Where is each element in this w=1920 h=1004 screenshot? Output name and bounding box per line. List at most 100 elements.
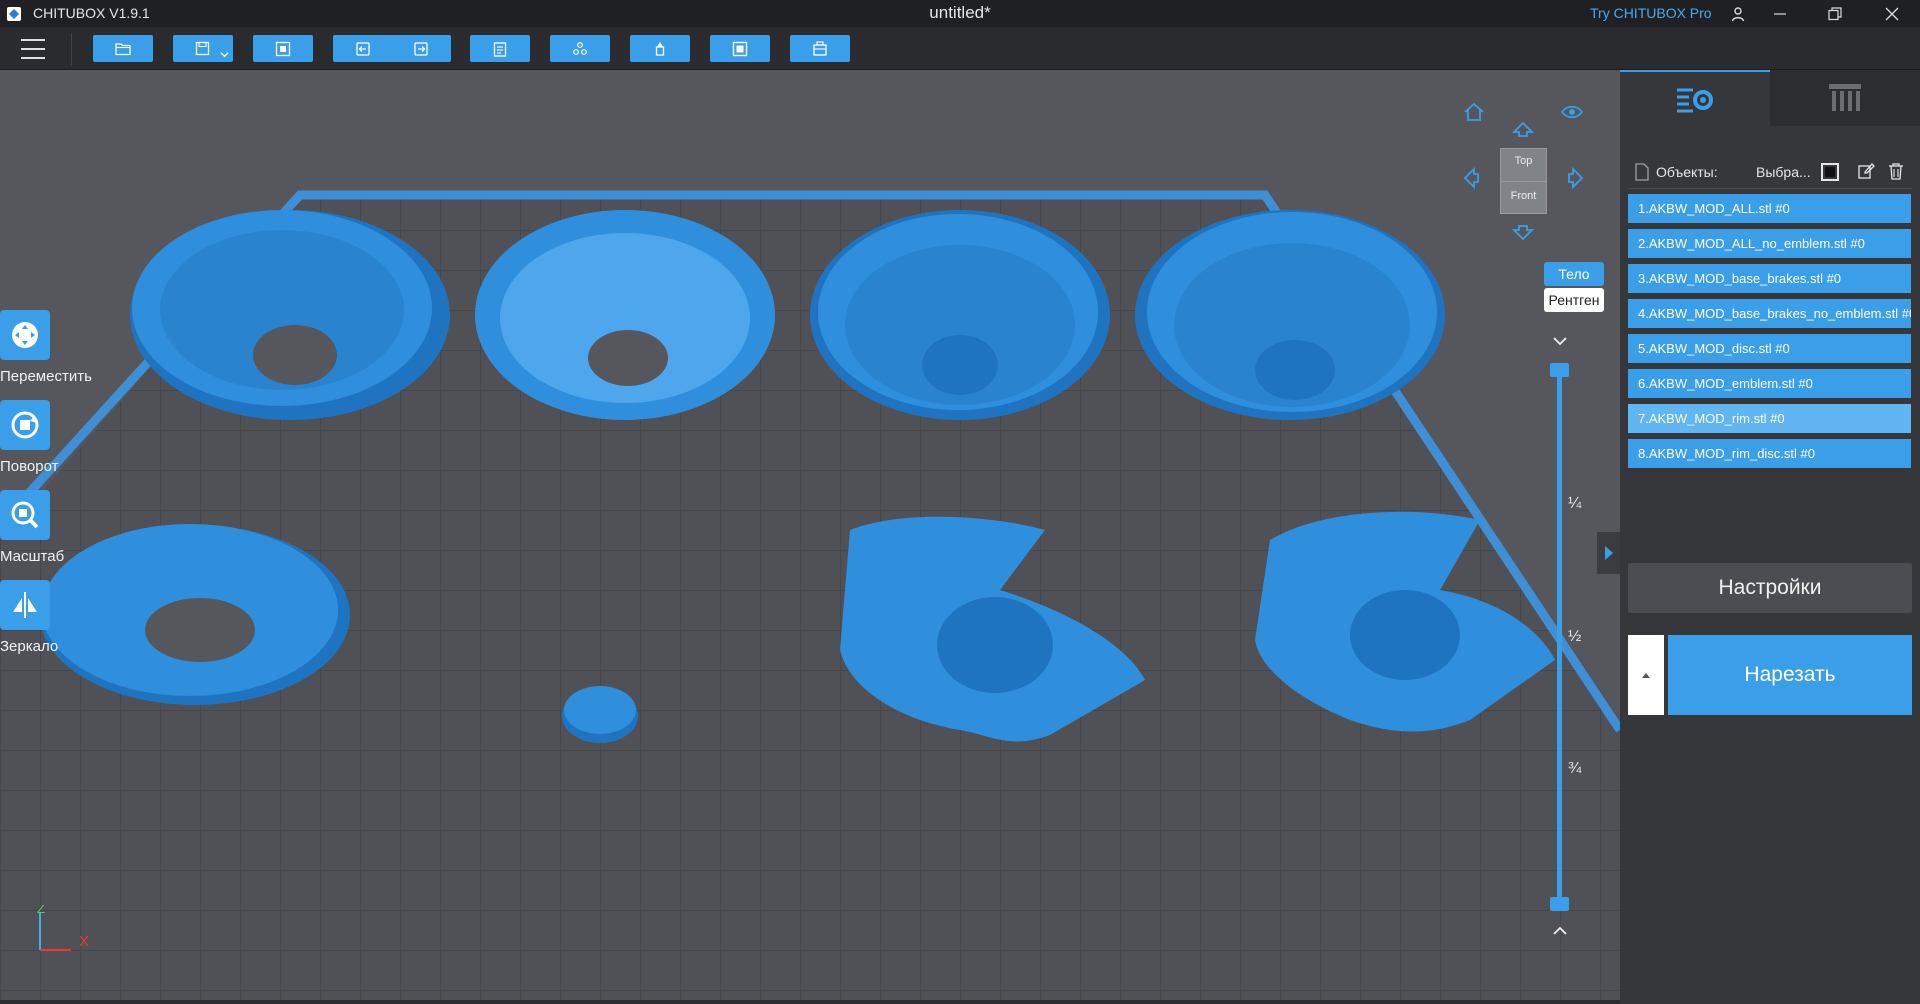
screenshot-icon xyxy=(275,41,291,56)
caret-up-icon xyxy=(1642,673,1650,678)
object-item[interactable]: 8.AKBW_MOD_rim_disc.stl #0 xyxy=(1628,439,1911,468)
view-cube-front[interactable]: Front xyxy=(1501,182,1546,202)
move-icon xyxy=(0,310,50,360)
scale-tool-label: Масштаб xyxy=(0,548,65,565)
screenshot-button[interactable] xyxy=(253,35,313,62)
chitubox-logo-icon xyxy=(7,7,21,21)
model-base-brakes xyxy=(810,210,1110,420)
slider-mark-quarter: ¼ xyxy=(1568,495,1582,512)
folder-icon xyxy=(115,42,131,55)
redo-button[interactable] xyxy=(391,35,451,62)
hamburger-menu-button[interactable] xyxy=(18,35,48,63)
axis-z-label: Z xyxy=(37,905,45,916)
save-icon xyxy=(195,41,210,55)
account-button[interactable] xyxy=(1718,0,1758,27)
eye-icon[interactable] xyxy=(1560,100,1584,124)
layer-slider-track[interactable] xyxy=(1557,370,1562,905)
tab-support[interactable] xyxy=(1770,70,1920,126)
home-view-icon[interactable] xyxy=(1462,100,1486,124)
edit-icon[interactable] xyxy=(1857,162,1875,180)
mirror-icon xyxy=(0,580,50,630)
file-icon xyxy=(1635,163,1649,181)
undo-icon xyxy=(356,41,370,56)
clipboard-icon xyxy=(493,41,507,57)
select-all-checkbox[interactable] xyxy=(1821,163,1839,181)
undo-button[interactable] xyxy=(333,35,393,62)
minimize-icon xyxy=(1774,12,1786,15)
slider-mark-three-quarter: ¾ xyxy=(1568,760,1582,777)
axis-x-label: X xyxy=(79,933,89,950)
model-rim-disc-1 xyxy=(130,210,450,420)
restore-icon xyxy=(1828,6,1842,20)
user-icon xyxy=(1731,6,1745,21)
menu-line xyxy=(21,57,45,59)
trash-icon[interactable] xyxy=(1887,162,1905,180)
mirror-tool[interactable]: Зеркало xyxy=(0,580,100,655)
object-item[interactable]: 3.AKBW_MOD_base_brakes.stl #0 xyxy=(1628,264,1911,293)
rotate-tool[interactable]: Поворот xyxy=(0,400,100,475)
slice-options-button[interactable] xyxy=(1628,635,1664,715)
machine-settings-button[interactable] xyxy=(790,35,850,62)
panel-tabs xyxy=(1620,70,1920,126)
object-item-selected[interactable]: 7.AKBW_MOD_rim.stl #0 xyxy=(1628,404,1911,433)
panel-collapse-button[interactable] xyxy=(1597,532,1620,574)
app-window: CHITUBOX V1.9.1 untitled* Try CHITUBOX P… xyxy=(0,0,1920,1004)
main-toolbar xyxy=(0,27,1920,70)
model-emblem xyxy=(562,686,638,743)
document-title: untitled* xyxy=(929,3,991,22)
object-item[interactable]: 4.AKBW_MOD_base_brakes_no_emblem.stl #0 xyxy=(1628,299,1911,328)
chevron-up-icon[interactable] xyxy=(1551,925,1569,937)
scale-tool[interactable]: Масштаб xyxy=(0,490,100,565)
support-icon xyxy=(655,41,665,56)
settings-gear-icon xyxy=(1677,88,1713,113)
chevron-down-icon[interactable] xyxy=(1551,335,1569,347)
view-right-arrow-icon[interactable] xyxy=(1563,166,1587,190)
model-all xyxy=(1135,210,1445,420)
3d-viewport[interactable]: Переместить Поворот Масштаб Зеркало Top … xyxy=(0,70,1620,1000)
xray-mode-button[interactable]: Рентген xyxy=(1544,288,1604,312)
model-rim xyxy=(475,210,775,420)
object-item[interactable]: 2.AKBW_MOD_ALL_no_emblem.stl #0 xyxy=(1628,229,1911,258)
move-tool[interactable]: Переместить xyxy=(0,310,100,385)
body-mode-button[interactable]: Тело xyxy=(1544,262,1604,286)
arrange-button[interactable] xyxy=(550,35,610,62)
object-item[interactable]: 5.AKBW_MOD_disc.stl #0 xyxy=(1628,334,1911,363)
layer-slider-top-handle[interactable] xyxy=(1550,363,1569,377)
slider-mark-half: ½ xyxy=(1568,628,1582,645)
menu-line xyxy=(21,48,45,50)
select-all-label[interactable]: Выбра... xyxy=(1756,164,1811,180)
build-plate-scene xyxy=(0,190,1620,1000)
view-cube-top[interactable]: Top xyxy=(1501,149,1546,182)
open-file-button[interactable] xyxy=(93,35,153,62)
toolbar-separator xyxy=(71,33,72,65)
checkbox-fill xyxy=(1825,167,1835,177)
view-left-arrow-icon[interactable] xyxy=(1460,166,1484,190)
scale-icon xyxy=(0,490,50,540)
restore-button[interactable] xyxy=(1815,0,1855,27)
title-bar: CHITUBOX V1.9.1 untitled* Try CHITUBOX P… xyxy=(0,0,1920,27)
chevron-down-icon xyxy=(220,52,229,58)
right-panel: Объекты: Выбра... 1.AKBW_MOD_ALL.stl #0 … xyxy=(1620,70,1920,1004)
view-cube[interactable]: Top Front xyxy=(1500,148,1547,214)
layer-slider-bottom-handle[interactable] xyxy=(1550,897,1569,911)
tab-objects-settings[interactable] xyxy=(1620,70,1770,126)
settings-button[interactable]: Настройки xyxy=(1628,563,1912,613)
redo-icon xyxy=(414,41,428,56)
hollow-button[interactable] xyxy=(710,35,770,62)
app-title: CHITUBOX V1.9.1 xyxy=(33,5,150,21)
view-down-arrow-icon[interactable] xyxy=(1511,220,1535,244)
object-item[interactable]: 1.AKBW_MOD_ALL.stl #0 xyxy=(1628,194,1911,223)
clipboard-button[interactable] xyxy=(470,35,530,62)
minimize-button[interactable] xyxy=(1760,0,1800,27)
axis-indicator: Z X xyxy=(37,905,89,951)
view-up-arrow-icon[interactable] xyxy=(1511,118,1535,142)
try-pro-link[interactable]: Try CHITUBOX Pro xyxy=(1590,5,1712,21)
objects-list: 1.AKBW_MOD_ALL.stl #0 2.AKBW_MOD_ALL_no_… xyxy=(1628,194,1912,474)
rotate-icon xyxy=(0,400,50,450)
support-button[interactable] xyxy=(630,35,690,62)
slice-button[interactable]: Нарезать xyxy=(1668,635,1912,715)
save-button[interactable] xyxy=(173,35,233,62)
move-tool-label: Переместить xyxy=(0,368,92,385)
object-item[interactable]: 6.AKBW_MOD_emblem.stl #0 xyxy=(1628,369,1911,398)
close-button[interactable] xyxy=(1872,0,1912,27)
